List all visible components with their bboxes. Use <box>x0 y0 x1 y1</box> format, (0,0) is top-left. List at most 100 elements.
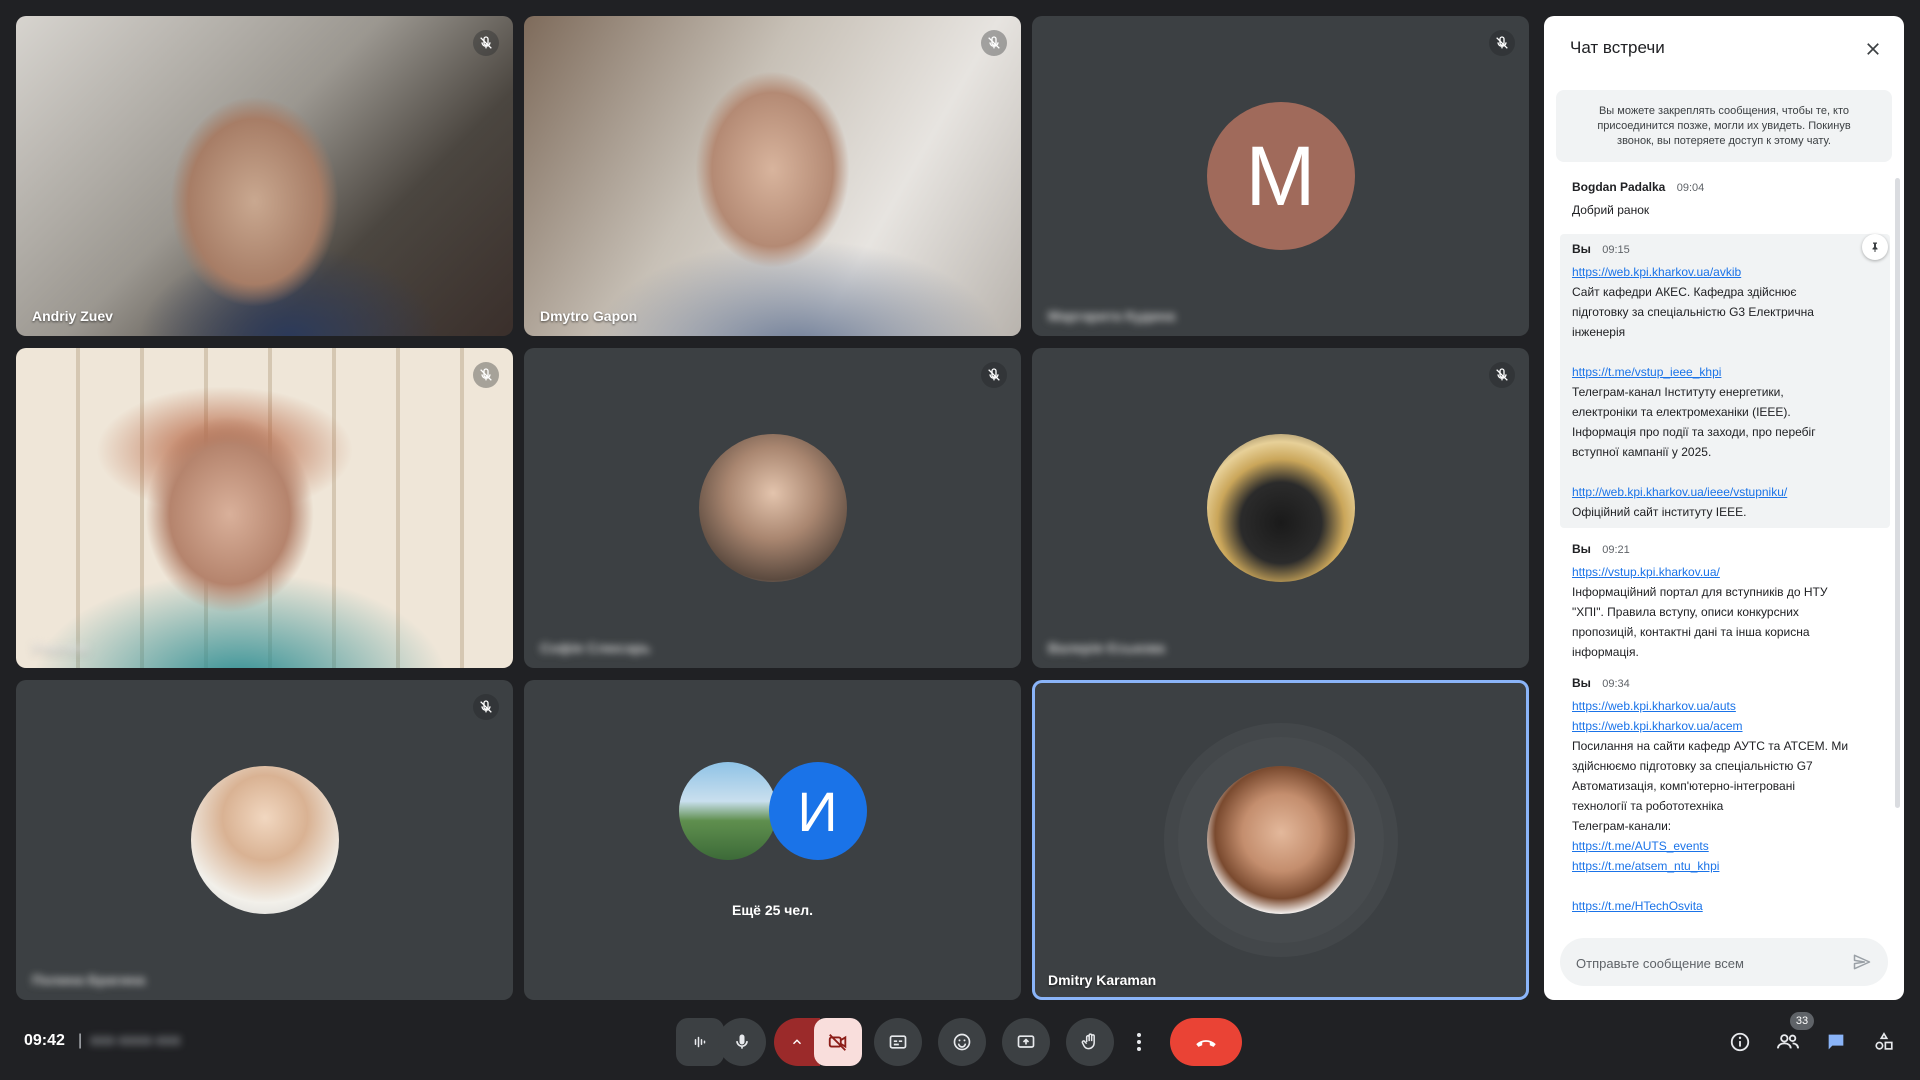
message-text: Офіційний сайт інституту IEEE. <box>1572 505 1747 519</box>
chat-icon[interactable] <box>1818 1024 1854 1060</box>
participant-tile[interactable]: М Маргарита Кудина <box>1032 16 1529 336</box>
bottom-toolbar: 09:42 | xxx-xxxx-xxx 33 <box>0 1012 1920 1080</box>
message-meta: Вы 09:21 <box>1572 542 1876 556</box>
message-text: технології та робототехніка <box>1572 799 1724 813</box>
avatar <box>678 762 777 860</box>
emoji-button[interactable] <box>938 1018 986 1066</box>
message-link[interactable]: https://t.me/HTechOsvita <box>1572 896 1876 916</box>
mic-off-icon <box>473 694 499 720</box>
participant-tile[interactable]: Учасник <box>16 348 513 668</box>
participant-name: Софія Слюсарь <box>540 640 651 656</box>
message-text: здійснюємо підготовку за спеціальністю G… <box>1572 759 1813 773</box>
activities-icon[interactable] <box>1866 1024 1902 1060</box>
chat-messages: Bogdan Padalka 09:04 Добрий ранок Вы 09:… <box>1544 180 1890 928</box>
mic-off-icon <box>473 362 499 388</box>
message-link[interactable]: https://web.kpi.kharkov.ua/auts <box>1572 696 1876 716</box>
participant-name: Dmytro Gapon <box>540 308 638 324</box>
message-text: Телеграм-канал Інституту енергетики, <box>1572 385 1784 399</box>
message-time: 09:15 <box>1602 244 1630 256</box>
message-meta: Вы 09:15 <box>1572 242 1876 256</box>
chat-message-pinned: Вы 09:15 https://web.kpi.kharkov.ua/avki… <box>1560 234 1890 528</box>
message-text: вступної кампанії у 2025. <box>1572 445 1712 459</box>
message-text: Інформація про події та заходи, про пере… <box>1572 425 1816 439</box>
audio-levels-button[interactable] <box>676 1018 724 1066</box>
message-text: Сайт кафедри АКЕС. Кафедра здійснює <box>1572 285 1797 299</box>
participant-tile[interactable]: Валерія Єськова <box>1032 348 1529 668</box>
meeting-code: xxx-xxxx-xxx <box>90 1032 181 1049</box>
chat-message-input[interactable] <box>1574 938 1848 988</box>
avatar: М <box>1206 102 1355 250</box>
participant-name: Учасник <box>32 640 89 656</box>
message-time: 09:34 <box>1602 678 1630 690</box>
camera-button[interactable] <box>814 1018 862 1066</box>
chat-title: Чат встречи <box>1570 38 1665 57</box>
message-sender: Вы <box>1572 542 1591 556</box>
mic-off-icon <box>1489 362 1515 388</box>
message-text: інженерія <box>1572 325 1626 339</box>
message-meta: Вы 09:34 <box>1572 676 1876 690</box>
participant-tile[interactable]: Полина Брагина <box>16 680 513 1000</box>
more-options-icon[interactable] <box>1120 1018 1158 1066</box>
chat-message: Вы 09:21 https://vstup.kpi.kharkov.ua/ І… <box>1544 542 1890 662</box>
chat-message: Вы 09:34 https://web.kpi.kharkov.ua/auts… <box>1544 676 1890 916</box>
message-text: Добрий ранок <box>1572 203 1650 217</box>
people-icon[interactable] <box>1770 1024 1806 1060</box>
message-link[interactable]: https://t.me/vstup_ieee_khpi <box>1572 362 1876 382</box>
participant-name: Dmitry Karaman <box>1048 972 1157 988</box>
captions-button[interactable] <box>874 1018 922 1066</box>
message-link[interactable]: http://web.kpi.kharkov.ua/ieee/vstupniku… <box>1572 482 1876 502</box>
separator: | <box>78 1032 83 1049</box>
more-participants-label: Ещё 25 чел. <box>732 902 813 918</box>
message-time: 09:04 <box>1676 182 1705 194</box>
pin-icon[interactable] <box>1862 234 1888 260</box>
participant-name: Andriy Zuev <box>32 308 113 324</box>
avatar <box>1206 434 1355 582</box>
participant-tile-active[interactable]: Dmitry Karaman <box>1032 680 1529 1000</box>
participant-name: Валерія Єськова <box>1048 640 1165 656</box>
message-link[interactable]: https://vstup.kpi.kharkov.ua/ <box>1572 562 1876 582</box>
message-text: інформація. <box>1572 645 1639 659</box>
video-grid: Andriy Zuev Dmytro Gapon М Маргарита Куд… <box>16 16 1529 1000</box>
participant-tile[interactable]: Andriy Zuev <box>16 16 513 336</box>
message-text: пропозицій, контактні дані та інша корис… <box>1572 625 1810 639</box>
participant-tile[interactable]: Софія Слюсарь <box>524 348 1021 668</box>
mic-off-icon <box>1489 30 1515 56</box>
message-text: Автоматизація, комп'ютерно-інтегровані <box>1572 779 1795 793</box>
message-sender: Вы <box>1572 676 1591 690</box>
chat-header: Чат встречи <box>1544 16 1904 82</box>
chat-panel: Чат встречи Вы можете закреплять сообщен… <box>1544 16 1904 1000</box>
message-link[interactable]: https://t.me/atsem_ntu_khpi <box>1572 856 1876 876</box>
send-icon[interactable] <box>1850 950 1874 974</box>
chat-info-banner: Вы можете закреплять сообщения, чтобы те… <box>1556 90 1892 162</box>
message-sender: Bogdan Padalka <box>1572 180 1666 194</box>
avatar: И <box>768 762 867 860</box>
message-text: Посилання на сайти кафедр АУТС та АТСЕМ.… <box>1572 739 1849 753</box>
message-text: Телеграм-канали: <box>1572 819 1672 833</box>
meeting-info-icon[interactable] <box>1722 1024 1758 1060</box>
microphone-button[interactable] <box>718 1018 766 1066</box>
avatar <box>190 766 339 914</box>
more-participants-tile[interactable]: И Ещё 25 чел. <box>524 680 1021 1000</box>
message-meta: Bogdan Padalka 09:04 <box>1572 180 1876 194</box>
chat-scrollbar[interactable] <box>1895 178 1900 808</box>
message-link[interactable]: https://web.kpi.kharkov.ua/acem <box>1572 716 1876 736</box>
message-text: Інформаційний портал для вступників до Н… <box>1572 585 1828 599</box>
chat-message: Bogdan Padalka 09:04 Добрий ранок <box>1544 180 1890 220</box>
chat-input-box <box>1560 938 1888 988</box>
participant-tile[interactable]: Dmytro Gapon <box>524 16 1021 336</box>
message-link[interactable]: https://web.kpi.kharkov.ua/avkib <box>1572 262 1876 282</box>
raise-hand-button[interactable] <box>1066 1018 1114 1066</box>
avatar <box>1206 766 1355 914</box>
avatar <box>698 434 847 582</box>
message-link[interactable]: https://t.me/AUTS_events <box>1572 836 1876 856</box>
close-icon[interactable] <box>1858 34 1888 64</box>
mic-off-icon <box>981 362 1007 388</box>
message-sender: Вы <box>1572 242 1591 256</box>
message-text: електроніки та електромеханіки (IEEE). <box>1572 405 1791 419</box>
participant-name: Маргарита Кудина <box>1048 308 1176 324</box>
mic-off-icon <box>473 30 499 56</box>
present-screen-button[interactable] <box>1002 1018 1050 1066</box>
leave-call-button[interactable] <box>1170 1018 1242 1066</box>
